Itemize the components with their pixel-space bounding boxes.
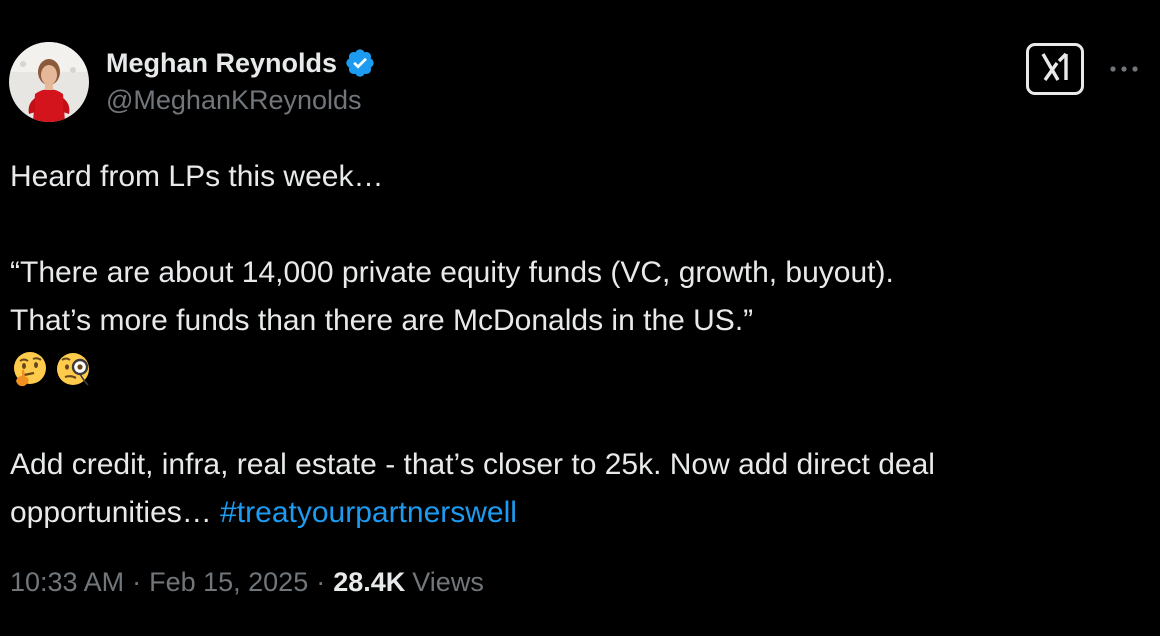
author-handle[interactable]: @MeghanKReynolds <box>106 85 362 116</box>
face-with-monocle-icon <box>54 349 94 389</box>
verified-badge-icon[interactable] <box>344 47 376 79</box>
author-display-name[interactable]: Meghan Reynolds <box>106 48 337 79</box>
tweet-text: Heard from LPs this week… “There are abo… <box>10 153 1150 537</box>
tweet-line-text: opportunities… <box>10 496 221 529</box>
tweet-line: That’s more funds than there are McDonal… <box>10 304 754 337</box>
views-label: Views <box>412 567 484 597</box>
tweet-line: opportunities… #treatyourpartnerswell <box>10 489 1150 537</box>
more-icon <box>1109 60 1139 78</box>
emoji-row <box>10 345 1150 393</box>
avatar[interactable] <box>9 42 89 122</box>
views-count[interactable]: 28.4K <box>333 567 405 598</box>
tweet-time[interactable]: 10:33 AM <box>10 567 124 598</box>
separator: · <box>316 567 326 597</box>
grok-icon <box>1037 51 1073 88</box>
separator: · <box>132 567 142 597</box>
grok-button[interactable] <box>1026 43 1084 95</box>
tweet-line: Heard from LPs this week… <box>10 160 384 193</box>
hashtag-link[interactable]: #treatyourpartnerswell <box>220 496 517 529</box>
tweet-date[interactable]: Feb 15, 2025 <box>149 567 308 598</box>
author-name-row: Meghan Reynolds <box>106 45 376 81</box>
tweet-line: “There are about 14,000 private equity f… <box>10 256 894 289</box>
thinking-face-icon <box>10 349 50 389</box>
tweet-line: Add credit, infra, real estate - that’s … <box>10 448 935 481</box>
more-options-button[interactable] <box>1104 55 1144 83</box>
tweet-meta: 10:33 AM · Feb 15, 2025 · 28.4K Views <box>10 567 484 598</box>
